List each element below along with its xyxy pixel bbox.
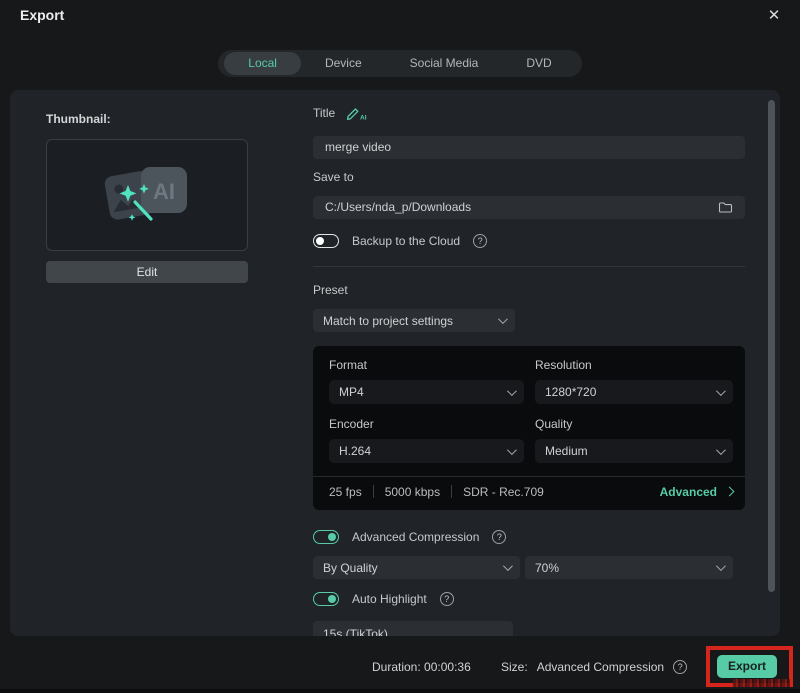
export-settings-column: Title AI merge video Save to C:/Users/nd… [313, 90, 745, 636]
chevron-down-icon [715, 385, 726, 396]
advanced-compression-label: Advanced Compression [352, 530, 480, 544]
chevron-down-icon [497, 314, 508, 325]
svg-text:AI: AI [360, 115, 367, 122]
compression-mode-value: By Quality [323, 560, 378, 575]
ai-thumbnail-icon: AI [104, 167, 187, 221]
highlight-duration-dropdown[interactable]: 15s (TikTok) [313, 621, 513, 636]
chevron-down-icon [506, 385, 517, 396]
chevron-down-icon [715, 444, 726, 455]
chevron-down-icon [502, 561, 513, 572]
quality-value: Medium [545, 444, 588, 458]
duration-info: Duration: 00:00:36 [372, 660, 471, 674]
preset-dropdown[interactable]: Match to project settings [313, 309, 515, 332]
title-label: Title [313, 106, 336, 120]
export-target-tabs: Local Device Social Media DVD [0, 50, 800, 77]
encoder-dropdown[interactable]: H.264 [329, 439, 524, 463]
auto-highlight-help-icon[interactable]: ? [439, 592, 454, 606]
advanced-compression-toggle[interactable] [313, 530, 339, 544]
size-label: Size: [501, 660, 528, 674]
ai-title-edit-icon[interactable]: AI [345, 105, 367, 121]
encoder-value: H.264 [339, 444, 372, 458]
backup-cloud-label: Backup to the Cloud [352, 234, 461, 248]
save-path-value: C:/Users/nda_p/Downloads [325, 200, 472, 214]
export-dialog: Thumbnail: AI Edit Title AI merge video … [10, 90, 780, 636]
edit-thumbnail-button[interactable]: Edit [46, 261, 248, 283]
info-separator [451, 485, 453, 498]
auto-highlight-toggle[interactable] [313, 592, 339, 606]
section-divider [313, 266, 745, 267]
preset-value: Match to project settings [323, 313, 454, 328]
compression-mode-dropdown[interactable]: By Quality [313, 556, 520, 579]
fps-info: 25 fps [329, 484, 362, 499]
tab-dvd[interactable]: DVD [502, 52, 575, 75]
tab-social-media[interactable]: Social Media [386, 52, 503, 75]
duration-label: Duration: [372, 660, 421, 674]
title-input[interactable]: merge video [313, 136, 745, 159]
format-settings-panel: Format MP4 Encoder H.264 Resolution 1280… [313, 346, 745, 510]
preset-label: Preset [313, 283, 348, 297]
close-icon[interactable]: ✕ [764, 6, 784, 26]
folder-browse-icon[interactable] [718, 201, 733, 214]
tab-pill: Local Device Social Media DVD [218, 50, 582, 77]
watermark [733, 679, 790, 687]
vertical-scrollbar[interactable] [768, 100, 775, 592]
resolution-dropdown[interactable]: 1280*720 [535, 380, 733, 404]
backup-help-icon[interactable]: ? [473, 234, 488, 248]
tab-local[interactable]: Local [224, 52, 301, 75]
encoder-label: Encoder [329, 417, 374, 431]
footer-strip [0, 689, 800, 693]
thumbnail-preview: AI [46, 139, 248, 251]
chevron-down-icon [506, 444, 517, 455]
compression-amount-dropdown[interactable]: 70% [525, 556, 733, 579]
chevron-down-icon [715, 561, 726, 572]
compression-amount-value: 70% [535, 560, 560, 575]
advanced-link-label: Advanced [659, 484, 717, 499]
size-help-icon[interactable]: ? [673, 660, 688, 674]
export-button[interactable]: Export [717, 655, 777, 678]
advanced-settings-link[interactable]: Advanced [659, 484, 735, 499]
save-to-label: Save to [313, 170, 354, 184]
format-value: MP4 [339, 385, 364, 399]
window-title: Export [20, 7, 65, 23]
thumbnail-label: Thumbnail: [46, 112, 111, 126]
svg-text:AI: AI [153, 179, 175, 204]
resolution-label: Resolution [535, 358, 592, 372]
size-value: Advanced Compression [536, 660, 665, 674]
highlight-duration-value: 15s (TikTok) [323, 627, 388, 636]
duration-value: 00:00:36 [424, 660, 471, 674]
advanced-compression-help-icon[interactable]: ? [492, 530, 507, 544]
backup-cloud-toggle[interactable] [313, 234, 339, 248]
resolution-value: 1280*720 [545, 385, 597, 399]
format-label: Format [329, 358, 368, 372]
save-path-input[interactable]: C:/Users/nda_p/Downloads [313, 196, 745, 219]
format-dropdown[interactable]: MP4 [329, 380, 524, 404]
tab-device[interactable]: Device [301, 52, 386, 75]
info-separator [372, 485, 374, 498]
bitrate-info: 5000 kbps [384, 484, 441, 499]
size-info: Size: Advanced Compression ? [501, 660, 688, 674]
quality-dropdown[interactable]: Medium [535, 439, 733, 463]
auto-highlight-label: Auto Highlight [352, 592, 427, 606]
chevron-right-icon [724, 486, 735, 497]
color-space-info: SDR - Rec.709 [463, 484, 544, 499]
quality-label: Quality [535, 417, 573, 431]
